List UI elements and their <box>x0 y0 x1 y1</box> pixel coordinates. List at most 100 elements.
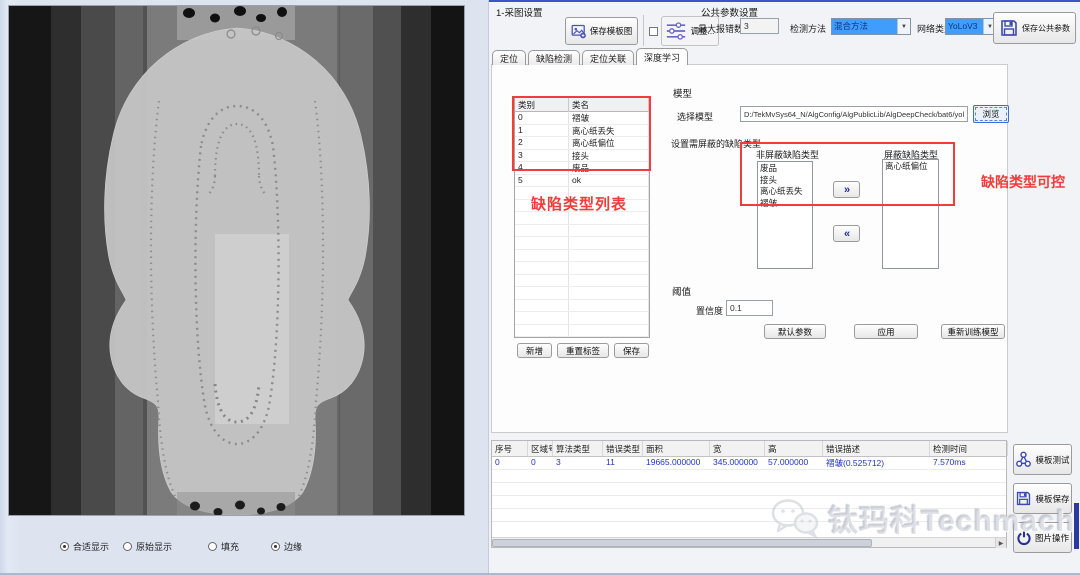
xray-image <box>8 5 465 516</box>
confidence-label: 置信度 <box>696 304 723 317</box>
save-common-params-button[interactable]: 保存公共参数 <box>993 12 1076 44</box>
radio-original-display[interactable]: 原始显示 <box>123 540 172 553</box>
defect-class-table[interactable]: 类别 类名 0褶皱 1离心纸丢失 2离心纸偏位 3接头 4废品 5ok <box>514 97 650 338</box>
masked-defect-list[interactable]: 离心纸偏位 <box>882 159 939 269</box>
default-params-button[interactable]: 默认参数 <box>764 324 826 339</box>
empty-row <box>515 250 649 263</box>
retrain-model-button[interactable]: 重新训练模型 <box>941 324 1005 339</box>
max-errors-input[interactable] <box>740 18 779 34</box>
apply-button[interactable]: 应用 <box>854 324 918 339</box>
radio-dot <box>208 542 217 551</box>
nodes-icon <box>1015 451 1032 468</box>
model-path-input[interactable] <box>740 106 968 122</box>
empty-row <box>515 325 649 338</box>
picture-icon <box>571 24 587 39</box>
confidence-input[interactable] <box>726 300 773 316</box>
network-type-select[interactable]: YoLoV3 ▼ <box>945 18 997 35</box>
save-classes-button[interactable]: 保存 <box>614 343 649 358</box>
unmasked-defect-list[interactable]: 废品 接头 离心纸丢失 褶皱 <box>757 161 813 269</box>
list-item[interactable]: 离心纸丢失 <box>760 186 810 198</box>
table-row[interactable]: 0褶皱 <box>515 112 649 125</box>
adjust-checkbox[interactable] <box>649 27 658 36</box>
list-item[interactable]: 接头 <box>760 175 810 187</box>
table-row[interactable]: 4废品 <box>515 162 649 175</box>
results-header: 序号区域号 算法类型错误类型 面积宽 高错误描述 检测时间 <box>492 441 1006 457</box>
add-class-button[interactable]: 新增 <box>517 343 552 358</box>
table-row[interactable]: 3接头 <box>515 150 649 163</box>
decorative-blue-bar <box>1074 503 1079 549</box>
empty-row <box>492 496 1006 509</box>
chevron-down-icon: ▼ <box>897 19 910 34</box>
image-panel: 合适显示 原始显示 填充 边缘 <box>0 0 488 575</box>
image-operations-button[interactable]: 图片操作 <box>1013 522 1072 553</box>
list-item[interactable]: 废品 <box>760 163 810 175</box>
empty-row <box>492 509 1006 522</box>
save-template-image-button[interactable]: 保存模板图 <box>565 17 638 45</box>
xray-pad-graphic <box>9 6 464 515</box>
radio-dot <box>271 542 280 551</box>
capture-settings-title: 1-采图设置 <box>496 5 542 19</box>
select-model-label: 选择模型 <box>677 110 713 123</box>
detection-results-table[interactable]: 序号区域号 算法类型错误类型 面积宽 高错误描述 检测时间 00 311 196… <box>491 440 1007 548</box>
window-top-edge <box>489 0 1080 2</box>
scrollbar-thumb[interactable] <box>492 539 872 547</box>
list-item[interactable]: 离心纸偏位 <box>885 161 936 173</box>
sliders-icon <box>665 21 687 41</box>
scroll-right-arrow[interactable]: ▶ <box>995 538 1006 548</box>
move-right-button[interactable]: » <box>833 181 860 198</box>
table-row[interactable]: 1离心纸丢失 <box>515 125 649 138</box>
mask-section-title: 设置需屏蔽的缺陷类型 <box>671 137 761 150</box>
template-save-label: 模板保存 <box>1035 493 1069 505</box>
empty-row <box>515 262 649 275</box>
radio-edge[interactable]: 边缘 <box>271 540 302 553</box>
col-class-name: 类名 <box>569 98 649 112</box>
radio-fit-display[interactable]: 合适显示 <box>60 540 109 553</box>
radio-fill[interactable]: 填充 <box>208 540 239 553</box>
empty-row <box>492 483 1006 496</box>
max-errors-label: 最大报错数 <box>698 22 743 35</box>
tab-defect-detection[interactable]: 缺陷检测 <box>528 50 580 65</box>
table-row[interactable]: 5ok <box>515 175 649 188</box>
template-save-button[interactable]: 模板保存 <box>1013 483 1072 514</box>
radio-label: 合适显示 <box>73 540 109 553</box>
model-group-title: 模型 <box>673 86 692 100</box>
empty-row <box>515 287 649 300</box>
image-operations-label: 图片操作 <box>1035 532 1069 544</box>
browse-button[interactable]: 浏览 <box>973 105 1009 123</box>
detect-method-label: 检测方法 <box>790 22 826 35</box>
threshold-group-title: 阈值 <box>672 284 691 298</box>
separator <box>643 15 644 46</box>
move-left-button[interactable]: « <box>833 225 860 242</box>
template-test-label: 模板测试 <box>1035 454 1069 466</box>
detect-method-select[interactable]: 混合方法 ▼ <box>831 18 911 35</box>
empty-row <box>492 470 1006 483</box>
network-type-value: YoLoV3 <box>946 19 983 34</box>
empty-row <box>515 225 649 238</box>
radio-label: 原始显示 <box>136 540 172 553</box>
radio-dot <box>123 542 132 551</box>
save-template-label: 保存模板图 <box>590 25 633 37</box>
floppy-disk-icon <box>999 18 1019 38</box>
table-row[interactable]: 2离心纸偏位 <box>515 137 649 150</box>
tab-positioning[interactable]: 定位 <box>492 50 526 65</box>
template-test-button[interactable]: 模板测试 <box>1013 444 1072 475</box>
class-list-annotation: 缺陷类型列表 <box>531 193 627 214</box>
tab-deep-learning[interactable]: 深度学习 <box>636 48 688 65</box>
result-row[interactable]: 00 311 19665.000000345.000000 57.000000褶… <box>492 457 1006 470</box>
empty-row <box>515 312 649 325</box>
horizontal-scrollbar[interactable]: ▶ <box>492 537 1006 547</box>
tab-position-link[interactable]: 定位关联 <box>582 50 634 65</box>
empty-row <box>515 237 649 250</box>
col-class-id: 类别 <box>515 98 569 112</box>
controllable-annotation: 缺陷类型可控 <box>981 172 1065 192</box>
class-table-header: 类别 类名 <box>515 98 649 112</box>
radio-dot <box>60 542 69 551</box>
display-options-row: 合适显示 原始显示 填充 边缘 <box>0 538 488 558</box>
tab-bar: 定位 缺陷检测 定位关联 深度学习 <box>492 48 690 65</box>
save-common-params-label: 保存公共参数 <box>1022 23 1070 34</box>
reset-labels-button[interactable]: 重置标签 <box>557 343 609 358</box>
common-params-title: 公共参数设置 <box>701 5 758 19</box>
floppy-disk-icon <box>1015 490 1032 507</box>
settings-panel: 1-采图设置 保存模板图 调整... 公共参数设置 最大报错数 检测方法 <box>488 0 1080 575</box>
list-item[interactable]: 褶皱 <box>760 198 810 210</box>
